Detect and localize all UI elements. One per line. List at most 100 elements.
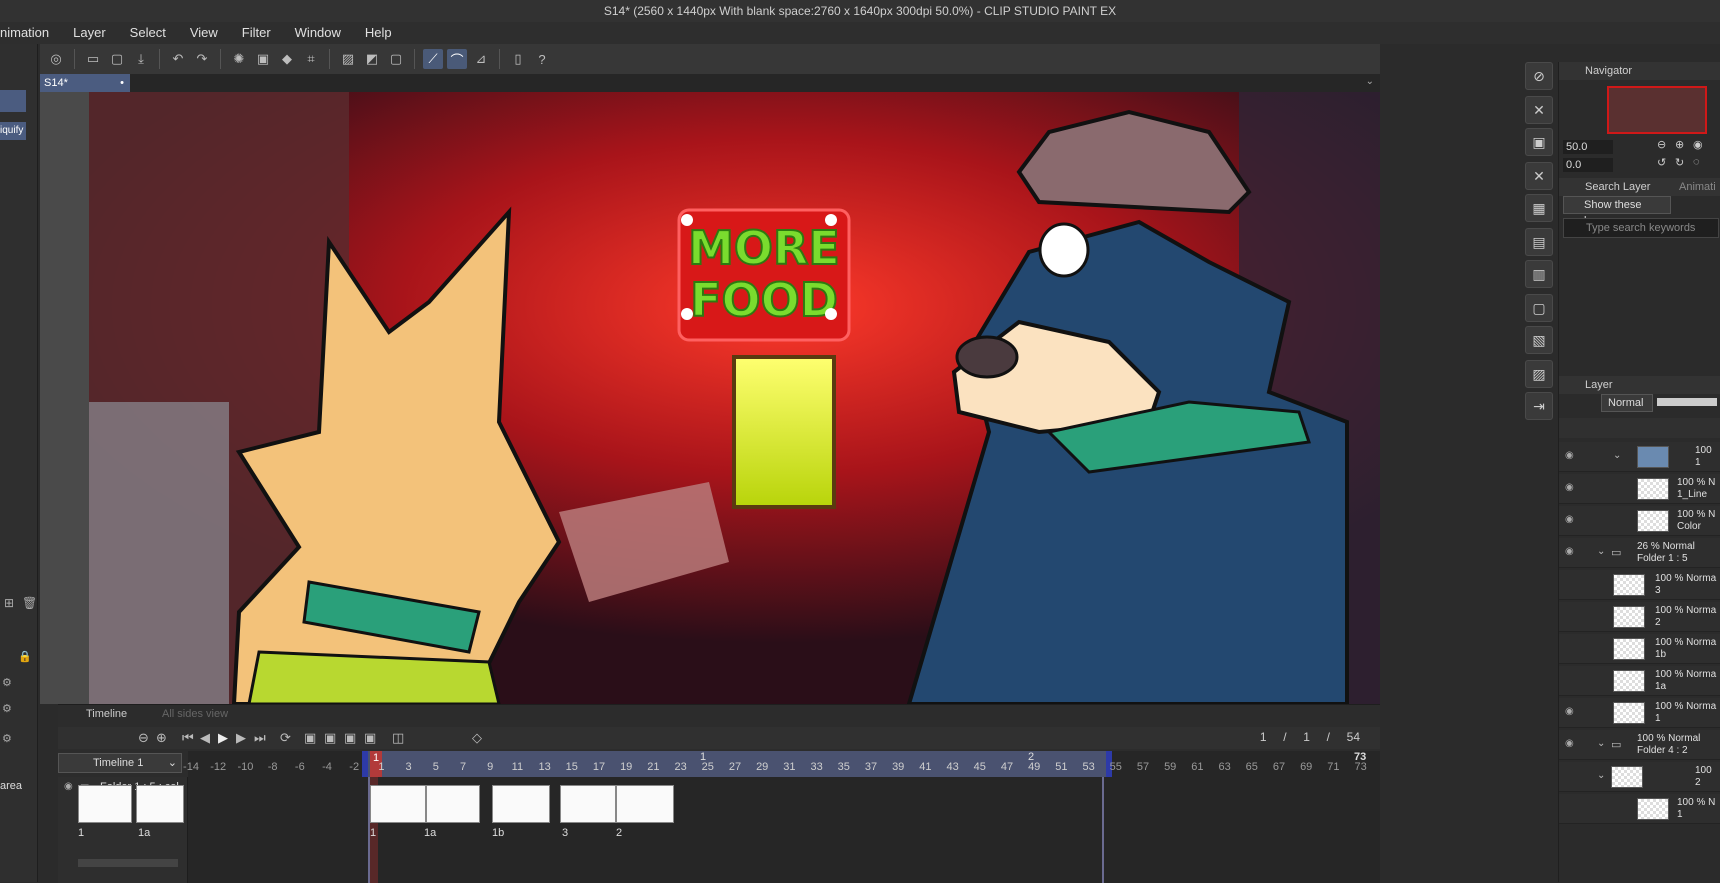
dock-icon-7[interactable]: ▥ — [1525, 260, 1553, 288]
save-icon[interactable]: ⤓ — [131, 49, 151, 69]
rotation-field[interactable]: 0.0 — [1563, 158, 1613, 172]
dock-icon-8[interactable]: ▢ — [1525, 294, 1553, 322]
layer-row[interactable]: ◉ ⌄ ▭ 100 % Normal Folder 4 : 2 — [1559, 730, 1720, 760]
dock-icon-4[interactable]: ✕ — [1525, 162, 1553, 190]
close-tab-icon[interactable]: • — [120, 74, 124, 92]
tool-option-selected[interactable] — [0, 90, 26, 112]
timeline-cel[interactable] — [78, 785, 132, 823]
undo-icon[interactable]: ↶ — [168, 49, 188, 69]
new-file-icon[interactable]: ▭ — [83, 49, 103, 69]
zoom-field[interactable]: 50.0 — [1563, 140, 1613, 154]
layer-row[interactable]: ◉ 100 % N 1_Line — [1559, 474, 1720, 504]
layer-row[interactable]: ◉ ⌄ 100 1 — [1559, 442, 1720, 472]
navigator-preview[interactable] — [1607, 86, 1707, 134]
layer-row[interactable]: ◉ 100 % N Color — [1559, 506, 1720, 536]
eye-icon[interactable]: ◉ — [64, 781, 73, 792]
first-frame-icon[interactable]: ⏮ — [182, 730, 194, 746]
fit-icon[interactable]: ◉ — [1693, 138, 1703, 151]
dock-icon-10[interactable]: ▨ — [1525, 360, 1553, 388]
canvas-area[interactable]: MORE FOOD — [40, 92, 1380, 704]
new-cel-icon-3[interactable]: ▣ — [344, 730, 356, 746]
timeline-cel[interactable] — [492, 785, 550, 823]
onion-skin-icon[interactable]: ◫ — [392, 730, 404, 746]
play-icon[interactable]: ▶ — [218, 730, 228, 746]
zoom-out-icon[interactable]: ⊖ — [1657, 138, 1666, 151]
menu-view[interactable]: View — [178, 22, 230, 44]
timeline-cel[interactable] — [616, 785, 674, 823]
search-input[interactable]: Type search keywords — [1563, 218, 1719, 238]
menu-layer[interactable]: Layer — [61, 22, 118, 44]
invert-selection-icon[interactable]: ◩ — [362, 49, 382, 69]
selection-icon[interactable]: ▢ — [386, 49, 406, 69]
timeline-cel[interactable] — [136, 785, 184, 823]
zoom-in-icon[interactable]: ⊕ — [1675, 138, 1684, 151]
search-layer-header[interactable]: Search Layer Animati — [1559, 178, 1720, 196]
lock-icon[interactable]: 🔒 — [18, 650, 32, 663]
eye-icon[interactable]: ◉ — [1565, 482, 1577, 494]
track-area[interactable]: ◉ ▭ Folder 1 : 5 : cel 1 1a 1 1a 1b 3 2 — [58, 777, 1380, 883]
next-frame-icon[interactable]: ▶ — [236, 730, 246, 746]
chevron-down-icon[interactable]: ⌄ — [1366, 76, 1374, 87]
blend-mode-dropdown[interactable]: Normal — [1601, 394, 1653, 412]
snap-special-ruler-icon[interactable]: ⌒ — [447, 49, 467, 69]
rotate-left-icon[interactable]: ↺ — [1657, 156, 1666, 169]
chevron-down-icon[interactable]: ⌄ — [1597, 770, 1605, 781]
layer-row[interactable]: 100 % Norma 1a — [1559, 666, 1720, 696]
layer-header[interactable]: Layer — [1559, 376, 1720, 394]
eye-icon[interactable]: ◉ — [1565, 546, 1577, 558]
timeline-cel[interactable] — [426, 785, 480, 823]
chevron-down-icon[interactable]: ⌄ — [1613, 450, 1621, 461]
eye-icon[interactable]: ◉ — [1565, 706, 1577, 718]
timeline-dropdown[interactable]: Timeline 1 ⌄ — [58, 753, 182, 773]
menu-animation[interactable]: nimation — [0, 22, 61, 44]
deselect-icon[interactable]: ▨ — [338, 49, 358, 69]
eye-icon[interactable]: ◉ — [1565, 514, 1577, 526]
timeline-tab[interactable]: Timeline — [86, 705, 127, 723]
delete-icon[interactable]: 🗑 — [22, 596, 37, 610]
all-sides-view-tab[interactable]: All sides view — [162, 705, 228, 723]
timeline-cel[interactable] — [370, 785, 426, 823]
navigator-header[interactable]: Navigator — [1559, 62, 1720, 80]
clip-studio-icon[interactable]: ◎ — [46, 49, 66, 69]
clear-outside-icon[interactable]: ▣ — [253, 49, 273, 69]
new-cel-icon[interactable]: ▣ — [304, 730, 316, 746]
menu-window[interactable]: Window — [283, 22, 353, 44]
dock-icon-6[interactable]: ▤ — [1525, 228, 1553, 256]
layer-row[interactable]: 100 % Norma 2 — [1559, 602, 1720, 632]
layer-row[interactable]: ◉ ⌄ ▭ 26 % Normal Folder 1 : 5 — [1559, 538, 1720, 568]
frame-ruler[interactable]: 1 1 2 73 -14 -12 -10 -8 -6 -4 -2 1 3 5 7 9 11 13 15 17 1… — [183, 751, 1380, 777]
setting-icon-3[interactable]: ⚙ — [2, 732, 12, 745]
clear-icon[interactable]: ✺ — [229, 49, 249, 69]
zoom-in-icon[interactable]: ⊕ — [156, 730, 167, 746]
last-frame-icon[interactable]: ⏭ — [254, 730, 266, 746]
redo-icon[interactable]: ↷ — [192, 49, 212, 69]
dock-icon-2[interactable]: ✕ — [1525, 96, 1553, 124]
menu-filter[interactable]: Filter — [230, 22, 283, 44]
dock-icon-3[interactable]: ▣ — [1525, 128, 1553, 156]
keyframe-icon[interactable]: ◇ — [472, 730, 482, 746]
animation-tab[interactable]: Animati — [1679, 178, 1716, 196]
device-icon[interactable]: ▯ — [508, 49, 528, 69]
layer-row[interactable]: 100 % Norma 1b — [1559, 634, 1720, 664]
transform-icon[interactable]: ⌗ — [301, 49, 321, 69]
chevron-down-icon[interactable]: ⌄ — [1597, 546, 1605, 557]
previous-frame-icon[interactable]: ◀ — [200, 730, 210, 746]
horizontal-scrollbar[interactable] — [78, 859, 178, 867]
dock-icon-9[interactable]: ▧ — [1525, 326, 1553, 354]
eye-icon[interactable]: ◉ — [1565, 450, 1577, 462]
dock-icon-5[interactable]: ▦ — [1525, 194, 1553, 222]
liquify-option[interactable]: iquify — [0, 122, 26, 140]
reset-rotation-icon[interactable]: ◌ — [1693, 156, 1700, 168]
new-item-icon[interactable]: ⊞ — [4, 596, 14, 610]
rotate-right-icon[interactable]: ↻ — [1675, 156, 1684, 169]
dock-icon-11[interactable]: ⇥ — [1525, 392, 1553, 420]
open-folder-icon[interactable]: ▢ — [107, 49, 127, 69]
fill-icon[interactable]: ◆ — [277, 49, 297, 69]
eye-icon[interactable]: ◉ — [1565, 738, 1577, 750]
new-cel-icon-2[interactable]: ▣ — [324, 730, 336, 746]
new-cel-icon-4[interactable]: ▣ — [364, 730, 376, 746]
filter-dropdown[interactable]: Show these layers — [1563, 196, 1671, 227]
zoom-out-icon[interactable]: ⊖ — [138, 730, 149, 746]
opacity-slider[interactable] — [1657, 398, 1717, 406]
layer-row[interactable]: ◉ 100 % Norma 1 — [1559, 698, 1720, 728]
